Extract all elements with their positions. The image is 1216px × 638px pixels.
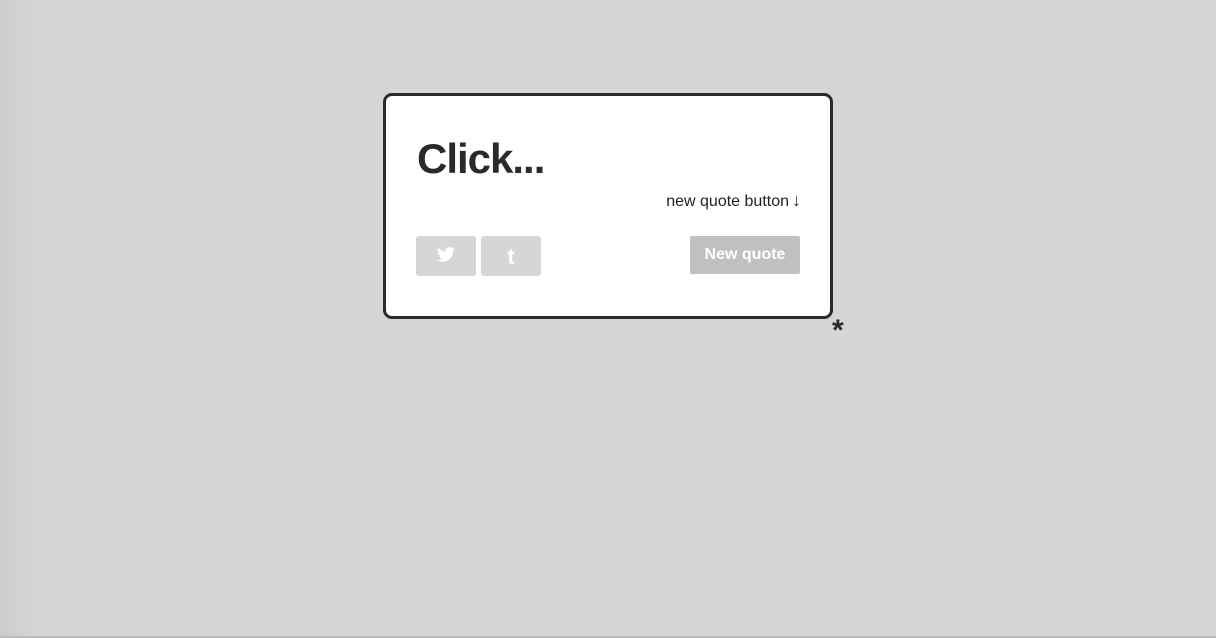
quote-author: new quote button ↓ <box>666 189 801 213</box>
arrow-down-icon: ↓ <box>792 190 801 210</box>
new-quote-button[interactable]: New quote <box>690 236 800 274</box>
tumblr-share-button[interactable]: t <box>481 236 541 276</box>
twitter-icon <box>437 247 455 265</box>
asterisk-mark: * <box>832 314 844 347</box>
quote-text: Click... <box>417 135 545 182</box>
tweet-button[interactable] <box>416 236 476 276</box>
quote-box: Click... new quote button ↓ t New quote <box>383 93 833 319</box>
quote-author-label: new quote button <box>666 193 789 210</box>
tumblr-icon: t <box>507 244 515 269</box>
page-edge-shadow <box>0 0 46 638</box>
